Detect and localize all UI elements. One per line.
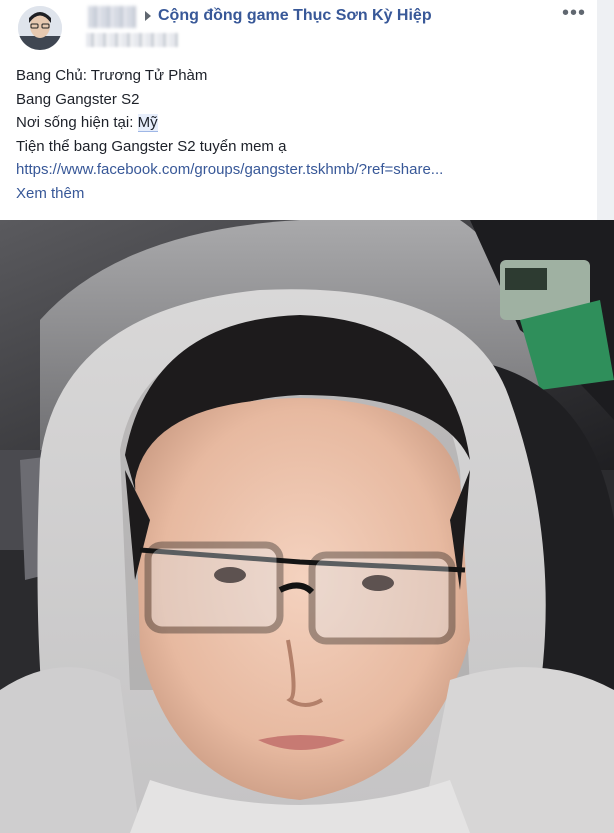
see-more-link[interactable]: Xem thêm — [16, 182, 586, 206]
post-text: Bang Chủ: Trương Tử Phàm Bang Gangster S… — [16, 64, 586, 205]
post-line-guild: Bang Gangster S2 — [16, 90, 140, 108]
post-photo[interactable] — [0, 220, 614, 833]
triangle-right-icon — [145, 11, 151, 21]
avatar-image — [18, 6, 62, 50]
group-name-link[interactable]: Cộng đồng game Thục Sơn Kỳ Hiệp — [158, 7, 432, 25]
post-line-location: Nơi sống hiện tại: Mỹ — [16, 111, 586, 135]
post-meta-blurred — [86, 33, 178, 47]
more-horizontal-icon[interactable]: ••• — [562, 3, 586, 23]
feed-gutter — [597, 0, 614, 220]
avatar[interactable] — [18, 6, 62, 50]
author-name-blurred — [88, 6, 136, 28]
location-value[interactable]: Mỹ — [137, 114, 158, 132]
post-line-leader: Bang Chủ: Trương Tử Phàm — [16, 67, 208, 84]
post-header: Cộng đồng game Thục Sơn Kỳ Hiệp ••• — [0, 0, 597, 60]
post-link[interactable]: https://www.facebook.com/groups/gangster… — [16, 158, 586, 182]
selfie-image — [0, 220, 614, 833]
location-label: Nơi sống hiện tại: — [16, 114, 138, 131]
post-line-recruit: Tiện thể bang Gangster S2 tuyển mem ạ — [16, 137, 287, 155]
